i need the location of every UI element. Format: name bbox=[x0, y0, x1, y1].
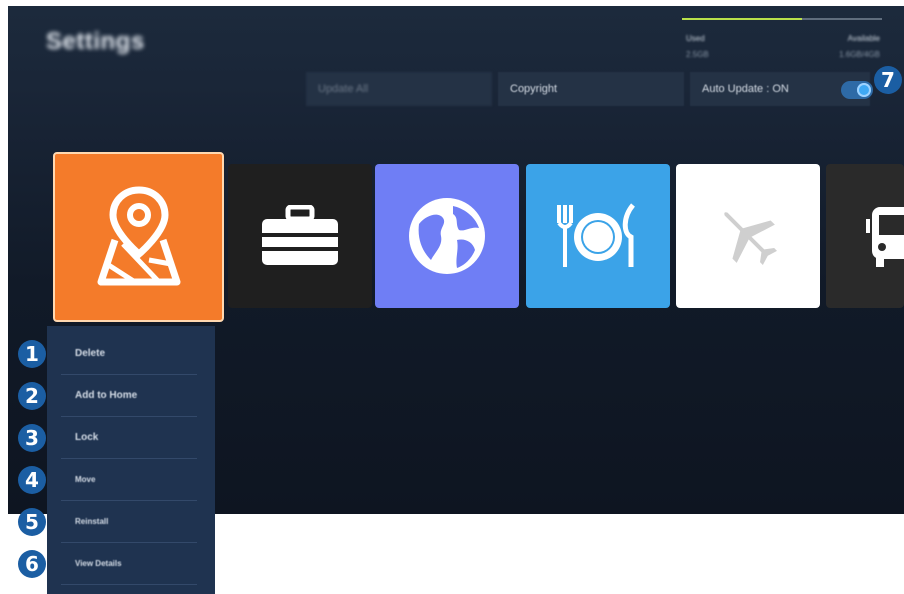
callout-badge-4: 4 bbox=[18, 466, 46, 494]
app-tile-briefcase[interactable] bbox=[228, 164, 372, 308]
app-tile-airplane[interactable] bbox=[676, 164, 820, 308]
callout-badge-3: 3 bbox=[18, 424, 46, 452]
menu-divider bbox=[61, 542, 197, 543]
airplane-icon bbox=[724, 212, 777, 265]
menu-item-reinstall[interactable]: Reinstall bbox=[61, 502, 197, 542]
storage-used-value: 2.5GB bbox=[686, 50, 709, 59]
update-all-button[interactable]: Update All bbox=[306, 72, 492, 106]
callout-badge-5: 5 bbox=[18, 508, 46, 536]
menu-item-lock[interactable]: Lock bbox=[61, 418, 197, 458]
callout-badge-2: 2 bbox=[18, 382, 46, 410]
plate-cutlery-icon bbox=[557, 203, 636, 267]
storage-available-label: Available bbox=[847, 34, 880, 43]
storage-available-value: 1.6GB/4GB bbox=[839, 50, 880, 59]
menu-item-view-details[interactable]: View Details bbox=[61, 544, 197, 584]
app-tile-dining[interactable] bbox=[526, 164, 670, 308]
callout-badge-1: 1 bbox=[18, 340, 46, 368]
menu-item-add-to-home[interactable]: Add to Home bbox=[61, 376, 197, 416]
globe-icon bbox=[409, 198, 485, 274]
menu-item-move[interactable]: Move bbox=[61, 460, 197, 500]
menu-divider bbox=[61, 500, 197, 501]
storage-used-label: Used bbox=[686, 34, 705, 43]
app-tile-globe[interactable] bbox=[375, 164, 519, 308]
auto-update-toggle[interactable] bbox=[841, 81, 873, 99]
copyright-button[interactable]: Copyright bbox=[498, 72, 684, 106]
storage-bar-fill bbox=[682, 18, 802, 20]
menu-divider bbox=[61, 458, 197, 459]
menu-divider bbox=[61, 374, 197, 375]
bus-icon bbox=[866, 207, 904, 267]
callout-badge-7: 7 bbox=[874, 66, 902, 94]
storage-bar-track bbox=[682, 18, 882, 20]
briefcase-icon bbox=[262, 205, 338, 265]
map-pin-icon bbox=[97, 186, 180, 286]
storage-indicator: Used 2.5GB Available 1.6GB/4GB bbox=[682, 18, 882, 60]
toggle-knob bbox=[857, 83, 871, 97]
menu-item-delete[interactable]: Delete bbox=[61, 334, 197, 374]
app-tile-map[interactable] bbox=[53, 152, 224, 322]
callout-badge-6: 6 bbox=[18, 550, 46, 578]
page-title: Settings bbox=[46, 28, 145, 55]
menu-divider bbox=[61, 416, 197, 417]
app-tile-bus[interactable] bbox=[826, 164, 904, 308]
context-menu: Delete Add to Home Lock Move Reinstall V… bbox=[47, 326, 215, 594]
menu-divider bbox=[61, 584, 197, 585]
